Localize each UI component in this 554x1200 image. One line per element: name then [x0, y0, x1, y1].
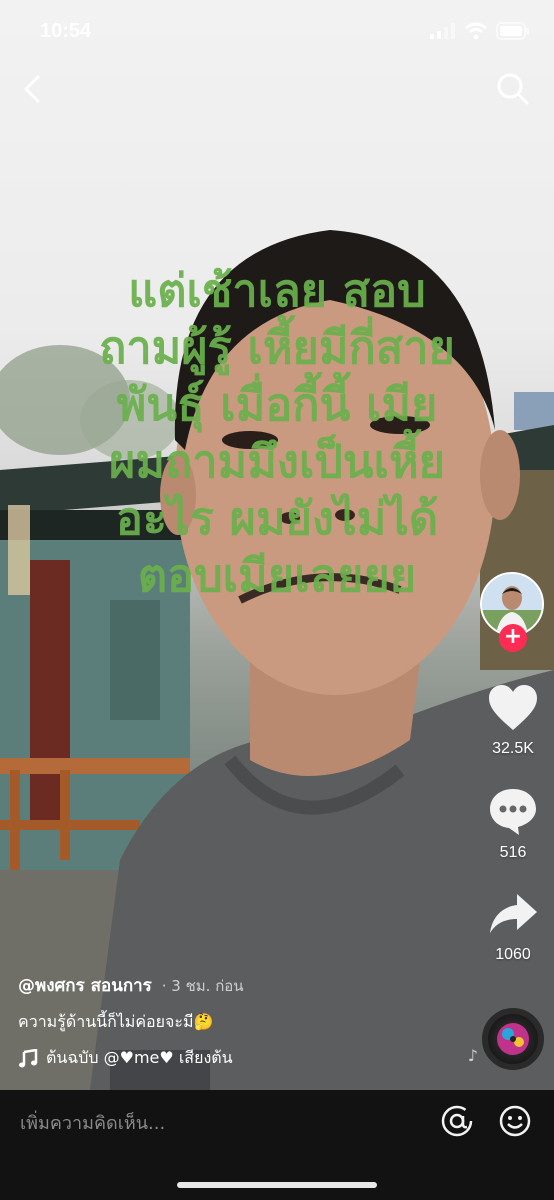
overlay-line: ตอบเมียเลยยย — [137, 549, 417, 602]
floating-note-icon: ♪ — [467, 1046, 478, 1065]
status-time: 10:54 — [40, 20, 92, 42]
wifi-icon — [465, 22, 487, 40]
music-note-icon — [19, 1048, 38, 1067]
music-disc[interactable] — [482, 1008, 544, 1070]
share-icon — [490, 894, 537, 933]
comment-count: 516 — [499, 844, 527, 861]
like-button[interactable]: 32.5K — [478, 684, 548, 758]
share-count: 1060 — [495, 946, 531, 963]
search-icon — [497, 73, 529, 105]
overlay-line: พันธุ์ เมื่อกี้นี้ เมีย — [116, 378, 438, 431]
overlay-line: แต่เช้าเลย สอบ — [128, 264, 426, 317]
post-time: · 3 ชม. ก่อน — [161, 977, 244, 995]
music-title: ต้นฉบับ @♥me♥ เสียงต้น — [46, 1048, 233, 1067]
comment-input[interactable] — [20, 1106, 420, 1140]
status-bar: 10:54 — [0, 0, 554, 64]
like-count: 32.5K — [492, 740, 534, 757]
search-button[interactable] — [496, 72, 530, 106]
back-icon — [24, 75, 40, 103]
battery-icon — [496, 22, 529, 40]
video-overlay-text: แต่เช้าเลย สอบ ถามผู้รู้ เหี้ยมีกี่สาย พ… — [20, 262, 534, 604]
back-button[interactable] — [18, 72, 50, 106]
overlay-line: อะไร ผมยังไม่ได้ — [115, 492, 439, 545]
creator-avatar-group: + — [480, 572, 546, 652]
comment-icon — [490, 789, 536, 835]
at-icon — [441, 1105, 473, 1137]
overlay-line: ผมถามมึงเป็นเหี้ย — [109, 435, 445, 488]
comment-button[interactable]: 516 — [478, 786, 548, 862]
share-button[interactable]: 1060 — [478, 890, 548, 964]
disc-art-icon — [497, 1023, 529, 1055]
post-caption[interactable]: ความรู้ด้านนี้ก็ไม่ค่อยจะมี🤔 — [18, 1010, 213, 1035]
comment-bar — [0, 1090, 554, 1200]
mention-button[interactable] — [440, 1104, 474, 1138]
follow-button[interactable]: + — [499, 624, 527, 652]
overlay-line: ถามผู้รู้ เหี้ยมีกี่สาย — [99, 321, 455, 374]
author-handle[interactable]: @พงศกร สอนการ — [18, 976, 152, 996]
home-indicator — [177, 1182, 377, 1188]
music-row[interactable]: ต้นฉบับ @♥me♥ เสียงต้น — [18, 1046, 316, 1071]
post-author-row: @พงศกร สอนการ · 3 ชม. ก่อน — [18, 972, 244, 999]
heart-icon — [489, 685, 537, 730]
emoji-button[interactable] — [498, 1104, 532, 1138]
cellular-signal-icon — [430, 23, 455, 39]
emoji-icon — [499, 1105, 531, 1137]
status-icons — [430, 22, 530, 40]
